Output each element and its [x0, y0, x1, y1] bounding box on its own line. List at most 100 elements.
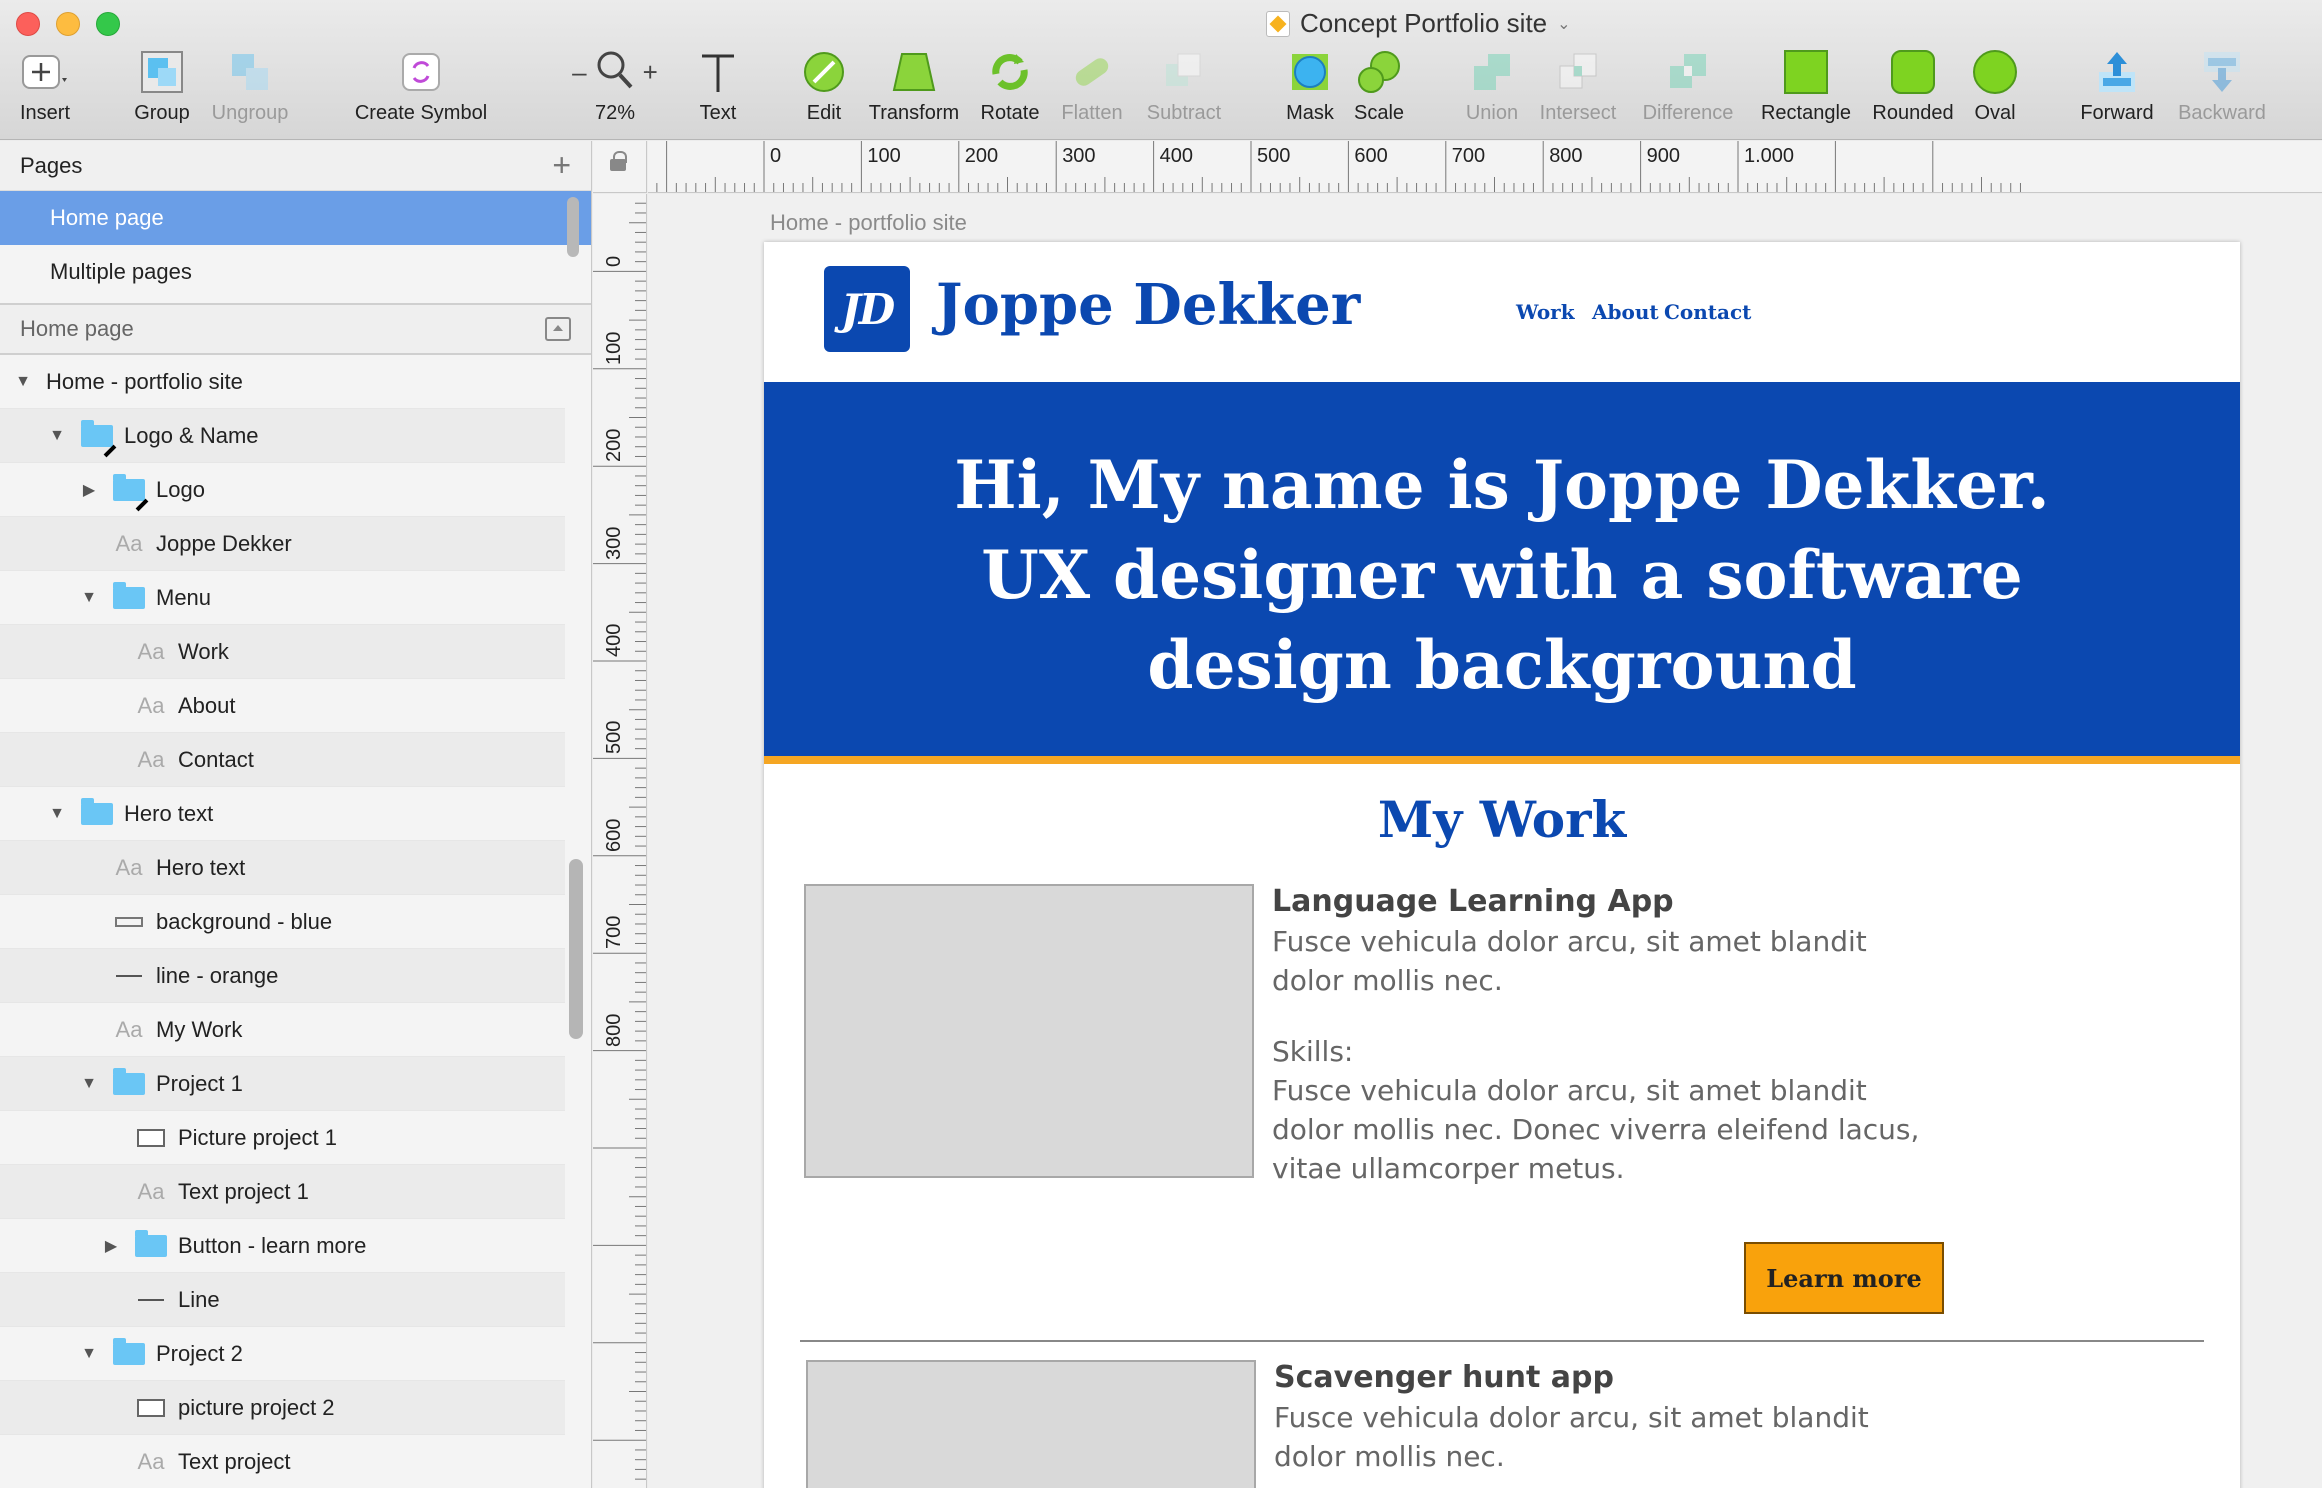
layer-row[interactable]: Line	[0, 1273, 565, 1327]
layer-list: ▼ Home - portfolio site ▼ Logo & Name ▶ Logo A…	[0, 355, 591, 1488]
ruler-label: 900	[1646, 145, 1680, 167]
nav-about[interactable]: About	[1592, 300, 1659, 324]
line-layer-icon	[116, 974, 142, 977]
layer-row[interactable]: Aa My Work	[0, 1003, 565, 1057]
page-item-multiple-pages[interactable]: Multiple pages	[0, 245, 591, 299]
scale-button[interactable]: Scale	[1314, 48, 1444, 125]
project-2-description[interactable]: Fusce vehicula dolor arcu, sit amet blan…	[1274, 1398, 1934, 1476]
ruler-label: 1.000	[1744, 145, 1795, 167]
layer-row[interactable]: ▼ Hero text	[0, 787, 565, 841]
layer-label: Picture project 1	[178, 1124, 337, 1150]
layer-row[interactable]: Aa Contact	[0, 733, 565, 787]
layer-label: Text project 1	[178, 1178, 309, 1204]
ruler-label: 200	[964, 145, 999, 167]
logo[interactable]: JD	[824, 266, 910, 352]
layer-row[interactable]: Aa Joppe Dekker	[0, 517, 565, 571]
layer-label: Project 1	[156, 1070, 243, 1096]
project-1-description[interactable]: Fusce vehicula dolor arcu, sit amet blan…	[1272, 922, 1932, 1000]
folder-icon	[112, 1067, 146, 1096]
canvas[interactable]: Home - portfolio site JD Joppe Dekker Wo…	[648, 194, 2322, 1488]
send-backward-icon	[2198, 48, 2246, 96]
lock-icon[interactable]	[610, 151, 627, 171]
scale-icon	[1355, 48, 1403, 96]
hero-section[interactable]: Hi, My name is Joppe Dekker. UX designer…	[764, 382, 2240, 764]
layer-row[interactable]: ▼ Home - portfolio site	[0, 355, 565, 409]
horizontal-ruler[interactable]: 0 100 200 300 400 500 600 700 800 900 1.000	[648, 141, 2322, 193]
layer-row[interactable]: Aa About	[0, 679, 565, 733]
layer-row[interactable]: Aa Text project 1	[0, 1165, 565, 1219]
difference-button[interactable]: Difference	[1623, 48, 1753, 125]
union-icon	[1468, 48, 1516, 96]
layer-row[interactable]: Picture project 1	[0, 1111, 565, 1165]
site-name[interactable]: Joppe Dekker	[936, 272, 1360, 338]
collapse-layers-icon[interactable]	[545, 317, 571, 341]
picture-project-1[interactable]	[804, 884, 1254, 1178]
ungroup-button[interactable]: Ungroup	[185, 48, 315, 125]
oval-button[interactable]: Oval	[1930, 48, 2060, 125]
zoom-out-button[interactable]: –	[572, 57, 586, 88]
rectangle-layer-icon	[134, 1126, 168, 1150]
learn-more-button[interactable]: Learn more	[1744, 1242, 1944, 1314]
layer-row[interactable]: ▼ Logo & Name	[0, 409, 565, 463]
disclosure-open-icon[interactable]: ▼	[46, 805, 68, 823]
disclosure-open-icon[interactable]: ▼	[12, 373, 34, 391]
create-symbol-button[interactable]: Create Symbol	[355, 48, 487, 125]
rectangle-layer-icon	[137, 1128, 165, 1147]
layer-row[interactable]: ▼ Project 1	[0, 1057, 565, 1111]
artboard[interactable]: JD Joppe Dekker Work About Contact Hi, M…	[764, 242, 2240, 1488]
project-1-skills-label[interactable]: Skills:	[1272, 1032, 1932, 1071]
shape-layer-icon	[112, 910, 146, 934]
maximize-window-button[interactable]	[96, 12, 120, 36]
my-work-title[interactable]: My Work	[764, 790, 2240, 849]
layer-row[interactable]: Aa Text project	[0, 1435, 565, 1488]
layer-row[interactable]: background - blue	[0, 895, 565, 949]
page-item-home-page[interactable]: Home page	[0, 191, 591, 245]
layer-row[interactable]: Aa Work	[0, 625, 565, 679]
disclosure-open-icon[interactable]: ▼	[46, 427, 68, 445]
artboard-label[interactable]: Home - portfolio site	[770, 210, 967, 236]
flatten-icon	[1068, 48, 1116, 96]
layer-row[interactable]: ▼ Menu	[0, 571, 565, 625]
ruler-label: 500	[603, 721, 625, 755]
pages-list: Home page Multiple pages	[0, 191, 591, 299]
rectangle-layer-icon	[134, 1396, 168, 1420]
window-title[interactable]: Concept Portfolio site ⌄	[1266, 8, 1571, 39]
vertical-ruler[interactable]: 0 100 200 300 400 500 600 700 800	[593, 194, 647, 1488]
disclosure-closed-icon[interactable]: ▶	[100, 1236, 122, 1256]
nav-contact[interactable]: Contact	[1664, 300, 1751, 324]
pages-scrollbar[interactable]	[567, 197, 579, 257]
zoom-level: 72%	[594, 102, 636, 124]
layer-row[interactable]: ▶ Button - learn more	[0, 1219, 565, 1273]
line-layer-icon	[134, 1288, 168, 1312]
disclosure-open-icon[interactable]: ▼	[78, 1075, 100, 1093]
text-layer-icon: Aa	[137, 1448, 165, 1474]
project-2-title[interactable]: Scavenger hunt app	[1274, 1360, 1614, 1395]
project-1-title[interactable]: Language Learning App	[1272, 884, 1674, 919]
disclosure-open-icon[interactable]: ▼	[78, 589, 100, 607]
ruler-label: 600	[603, 818, 625, 852]
insert-button[interactable]: Insert	[0, 48, 110, 125]
folder-icon	[80, 797, 114, 826]
folder-icon	[112, 1337, 146, 1366]
picture-project-2[interactable]	[806, 1360, 1256, 1488]
close-window-button[interactable]	[16, 12, 40, 36]
add-page-icon[interactable]: +	[552, 149, 571, 181]
disclosure-closed-icon[interactable]: ▶	[78, 480, 100, 500]
layer-row[interactable]: picture project 2	[0, 1381, 565, 1435]
layer-row[interactable]: ▶ Logo	[0, 463, 565, 517]
ruler-label: 200	[603, 428, 625, 463]
layer-row[interactable]: line - orange	[0, 949, 565, 1003]
nav-work[interactable]: Work	[1516, 300, 1575, 324]
project-1-skills[interactable]: Fusce vehicula dolor arcu, sit amet blan…	[1272, 1071, 1932, 1188]
hero-text[interactable]: Hi, My name is Joppe Dekker. UX designer…	[764, 440, 2240, 710]
subtract-button[interactable]: Subtract	[1119, 48, 1249, 125]
rectangle-icon	[1782, 48, 1830, 96]
project-divider-line[interactable]	[800, 1340, 2204, 1342]
folder-icon	[80, 419, 114, 448]
disclosure-open-icon[interactable]: ▼	[78, 1345, 100, 1363]
layer-row[interactable]: ▼ Project 2	[0, 1327, 565, 1381]
minimize-window-button[interactable]	[56, 12, 80, 36]
layers-scrollbar[interactable]	[569, 859, 583, 1039]
layer-row[interactable]: Aa Hero text	[0, 841, 565, 895]
backward-button[interactable]: Backward	[2157, 48, 2287, 125]
